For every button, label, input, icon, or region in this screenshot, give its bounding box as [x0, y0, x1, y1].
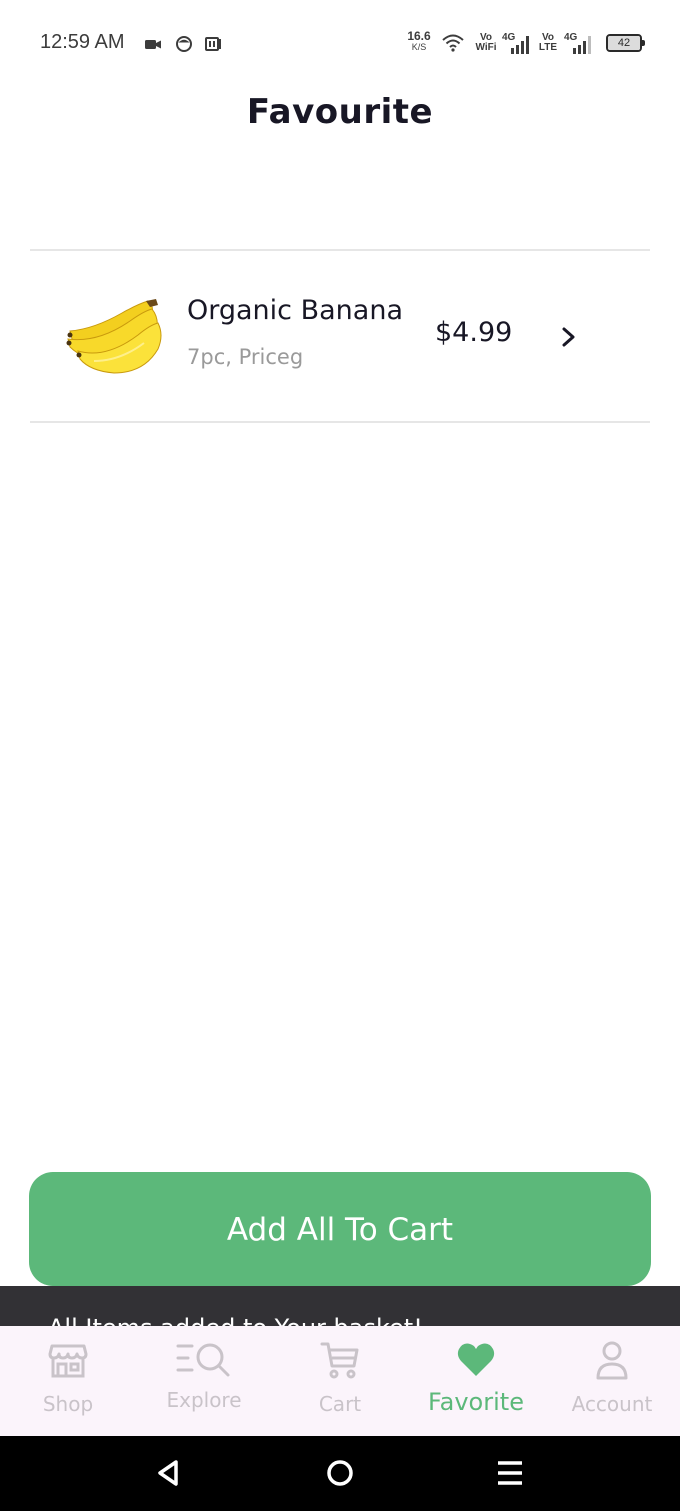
product-price: $4.99 — [435, 317, 513, 348]
status-time: 12:59 AM — [40, 31, 125, 53]
face-unlock-icon — [176, 36, 192, 52]
volte-indicator: Vo LTE — [536, 33, 560, 53]
heart-icon — [457, 1343, 495, 1376]
home-circle-icon[interactable] — [323, 1456, 357, 1490]
volte-bottom: LTE — [538, 42, 558, 53]
vowifi-indicator: Vo WiFi — [474, 33, 498, 53]
banana-image — [66, 299, 162, 374]
nav-item-favorite[interactable]: Favorite — [408, 1326, 544, 1436]
sim1-signal-icon — [511, 36, 529, 54]
battery-level: 42 — [608, 36, 640, 50]
nav-label-account: Account — [571, 1392, 653, 1416]
nav-item-account[interactable]: Account — [544, 1326, 680, 1436]
store-icon — [48, 1344, 88, 1378]
nav-item-shop[interactable]: Shop — [0, 1326, 136, 1436]
snackbar-message: All Items added to Your basket! — [48, 1314, 423, 1326]
nav-label-shop: Shop — [42, 1392, 94, 1416]
sim2-signal-icon — [573, 36, 591, 54]
bottom-navigation: Shop Explore Cart Favorite Account — [0, 1326, 680, 1436]
cart-icon — [320, 1342, 359, 1379]
nav-label-favorite: Favorite — [428, 1388, 524, 1416]
product-detail: 7pc, Priceg — [187, 345, 304, 369]
system-navigation-bar — [0, 1436, 680, 1511]
snackbar: All Items added to Your basket! — [0, 1286, 680, 1326]
network-speed-value: 16.6 — [407, 29, 431, 43]
back-triangle-icon[interactable] — [152, 1456, 186, 1490]
nfc-icon — [205, 37, 221, 51]
add-all-to-cart-button[interactable]: Add All To Cart — [29, 1172, 651, 1286]
chevron-right-icon[interactable] — [558, 325, 580, 349]
explore-icon — [176, 1343, 230, 1377]
page-title: Favourite — [246, 92, 434, 132]
vowifi-bottom: WiFi — [475, 42, 497, 53]
account-icon — [596, 1341, 628, 1380]
nav-label-cart: Cart — [318, 1392, 362, 1416]
product-name: Organic Banana — [187, 295, 403, 326]
menu-lines-icon[interactable] — [493, 1456, 527, 1490]
video-camera-icon — [145, 40, 161, 49]
nav-item-explore[interactable]: Explore — [136, 1326, 272, 1436]
battery-icon: 42 — [606, 34, 645, 52]
nav-label-explore: Explore — [166, 1388, 242, 1412]
wifi-icon — [442, 34, 464, 52]
favourite-item[interactable]: Organic Banana 7pc, Priceg $4.99 — [30, 251, 650, 421]
network-speed: 16.6 K/S — [402, 30, 436, 52]
list-divider-bottom — [30, 421, 650, 423]
status-indicators: 16.6 K/S Vo WiFi 4G Vo LTE 4G 42 — [402, 30, 645, 58]
network-speed-unit: K/S — [411, 42, 427, 52]
nav-item-cart[interactable]: Cart — [272, 1326, 408, 1436]
status-bar: 12:59 AM 16.6 K/S Vo WiFi 4G Vo LTE 4G 4… — [0, 0, 680, 88]
